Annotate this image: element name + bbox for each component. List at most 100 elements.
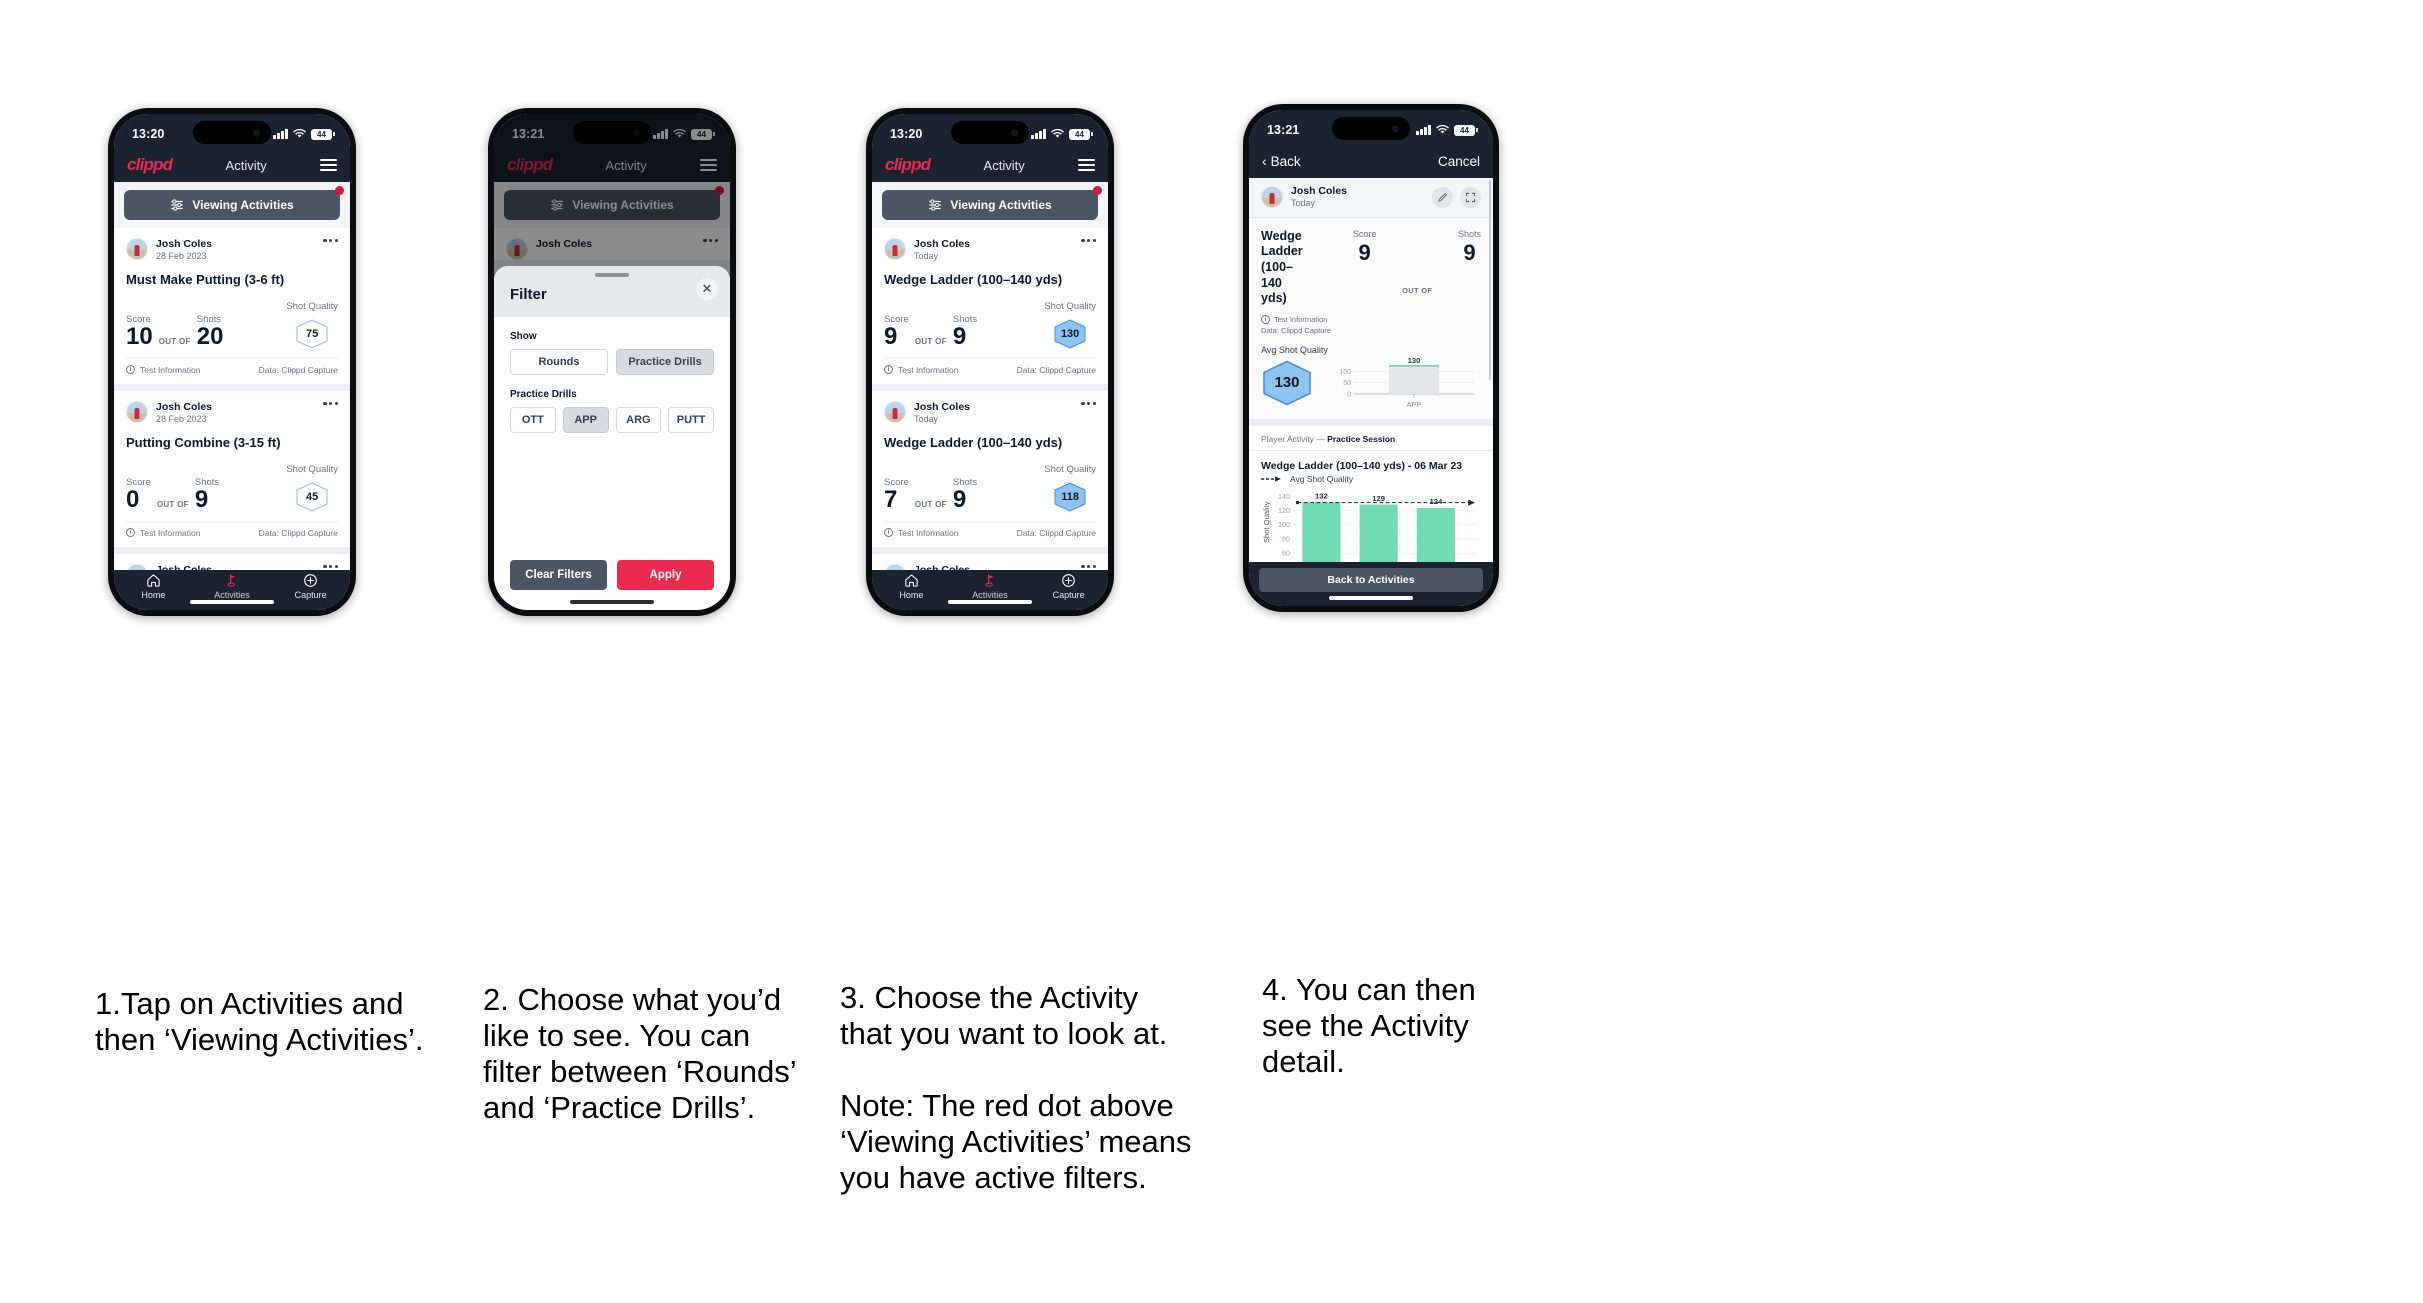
back-to-activities-button[interactable]: Back to Activities [1259, 568, 1483, 592]
detail-scores: Score 9 OUT OF Shots 9 [1347, 229, 1481, 335]
filter-option-rounds[interactable]: Rounds [510, 349, 608, 375]
dynamic-island [193, 121, 271, 144]
more-options-icon[interactable] [1081, 564, 1096, 568]
menu-icon[interactable] [1078, 158, 1095, 172]
score-value: 9 [884, 322, 898, 350]
more-options-icon[interactable] [1081, 401, 1096, 405]
activity-card[interactable]: Josh Coles Today Wedge Ladder (100–140 y… [872, 390, 1108, 547]
pencil-icon [1438, 193, 1447, 202]
activity-card[interactable]: Josh Coles 28 Feb 2023 [872, 553, 1108, 570]
detail-actions [1432, 186, 1481, 208]
shots-value: 9 [952, 485, 967, 513]
page-title: Activity [983, 157, 1025, 173]
activity-feed[interactable]: Josh Coles 28 Feb 2023 Must Make Putting… [114, 228, 350, 570]
score-value: 0 [126, 485, 140, 513]
user-name: Josh Coles [156, 563, 213, 570]
status-time: 13:21 [1267, 123, 1300, 137]
dynamic-island [951, 121, 1029, 144]
user-name: Josh Coles [1291, 185, 1348, 197]
filter-option-putt[interactable]: PUTT [668, 407, 714, 433]
caption-step-1: 1.Tap on Activities and then ‘Viewing Ac… [95, 986, 424, 1057]
activity-card[interactable]: Josh Coles 28 Feb 2023 Must Make Putting… [114, 228, 350, 384]
score-label: Score [1352, 228, 1377, 239]
page-title: Activity [225, 157, 267, 173]
score-value: 7 [884, 485, 898, 513]
info-icon: i [884, 365, 893, 375]
card-header: Josh Coles 28 Feb 2023 [126, 563, 338, 570]
svg-text:120: 120 [1278, 507, 1290, 515]
detail-summary: Wedge Ladder (100–140 yds) i Test Informa… [1249, 217, 1493, 343]
sliders-icon [171, 199, 184, 211]
card-divider [872, 383, 1108, 391]
filter-option-ott[interactable]: OTT [510, 407, 556, 433]
scrollbar[interactable] [1488, 180, 1491, 380]
svg-text:100: 100 [1278, 521, 1290, 529]
expand-button[interactable] [1460, 186, 1481, 208]
tab-bar: Home Activities Capture [872, 570, 1108, 610]
card-header: Josh Coles 28 Feb 2023 [126, 400, 338, 426]
svg-text:100: 100 [1339, 369, 1351, 376]
home-indicator [948, 600, 1032, 604]
detail-nav-bar: ‹ Back Cancel [1249, 144, 1493, 178]
activity-date: Today [1291, 198, 1316, 209]
filter-bar-wrap: Viewing Activities [114, 182, 350, 228]
tab-activities-label: Activities [972, 590, 1008, 600]
activity-card[interactable]: Josh Coles 28 Feb 2023 [114, 553, 350, 570]
more-options-icon[interactable] [323, 401, 338, 405]
activity-feed[interactable]: Josh Coles Today Wedge Ladder (100–140 y… [872, 228, 1108, 570]
tab-activities-label: Activities [214, 590, 250, 600]
shot-quality-label: Shot Quality [286, 463, 338, 475]
breadcrumb-current: Practice Session [1327, 433, 1396, 444]
card-footer: i Test Information Data: Clippd Capture [884, 357, 1096, 384]
filter-option-practice-drills[interactable]: Practice Drills [616, 349, 714, 375]
detail-user-bar: Josh Coles Today [1249, 178, 1493, 218]
filter-option-app[interactable]: APP [562, 407, 609, 433]
apply-button[interactable]: Apply [617, 560, 714, 590]
out-of-label: OUT OF [914, 499, 947, 509]
activity-card[interactable]: Josh Coles Today Wedge Ladder (100–140 y… [872, 228, 1108, 384]
avatar [884, 563, 906, 570]
edit-button[interactable] [1432, 186, 1453, 208]
tab-bar: Home Activities Capture [114, 570, 350, 610]
filter-option-arg[interactable]: ARG [615, 407, 662, 433]
close-icon[interactable]: ✕ [696, 278, 718, 300]
cellular-signal-icon [273, 129, 288, 139]
user-name: Josh Coles [156, 400, 213, 413]
detail-meta: i Test Information Data: Clippd Capture [1261, 314, 1347, 335]
tab-home[interactable]: Home [114, 573, 193, 600]
card-divider [872, 546, 1108, 554]
svg-text:Shot Quality: Shot Quality [1262, 501, 1271, 543]
activity-card[interactable]: Josh Coles 28 Feb 2023 Putting Combine (… [114, 390, 350, 547]
tab-activities[interactable]: Activities [193, 573, 272, 600]
viewing-activities-button[interactable]: Viewing Activities [882, 190, 1098, 220]
tab-capture[interactable]: Capture [1029, 573, 1108, 600]
home-icon [905, 574, 918, 587]
drag-handle[interactable] [595, 273, 629, 277]
info-icon: i [126, 365, 135, 375]
more-options-icon[interactable] [323, 564, 338, 568]
tab-activities[interactable]: Activities [951, 573, 1030, 600]
shot-quality-label: Shot Quality [1044, 463, 1096, 475]
tab-capture-label: Capture [1052, 590, 1085, 600]
more-options-icon[interactable] [323, 239, 338, 243]
shot-quality-value: 75 [306, 327, 319, 340]
menu-icon[interactable] [320, 158, 337, 172]
data-source-label: Data: Clippd Capture [258, 527, 338, 538]
cancel-button[interactable]: Cancel [1438, 154, 1480, 169]
avatar [884, 400, 906, 423]
tab-capture[interactable]: Capture [271, 573, 350, 600]
viewing-activities-button[interactable]: Viewing Activities [124, 190, 340, 220]
filter-sheet-header: Filter ✕ [494, 266, 730, 317]
shot-quality-label: Shot Quality [1044, 300, 1096, 312]
more-options-icon[interactable] [1081, 239, 1096, 243]
back-button[interactable]: ‹ Back [1262, 154, 1301, 169]
breadcrumb: Player Activity — Practice Session [1249, 426, 1493, 451]
tab-home[interactable]: Home [872, 573, 951, 600]
shot-quality-value: 118 [1061, 490, 1079, 503]
clear-filters-button[interactable]: Clear Filters [510, 560, 607, 590]
clippd-logo: clippd [127, 155, 173, 174]
tab-home-label: Home [141, 590, 166, 600]
viewing-activities-label: Viewing Activities [950, 198, 1052, 212]
phone-1: 13:20 44 clippd Activity Viewing Activit… [108, 108, 356, 616]
caption-step-4: 4. You can then see the Activity detail. [1262, 972, 1476, 1079]
